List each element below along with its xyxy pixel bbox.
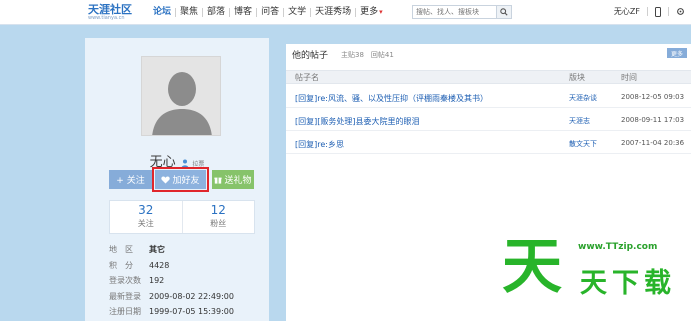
profile-panel: 无心 拉票 + 关注 加好友 送礼物 32 关注 12 粉丝 地 区 其它 积 … — [85, 38, 269, 321]
settings-icon[interactable] — [676, 7, 685, 16]
logo-text: 天涯社区 — [88, 3, 132, 16]
nav-more-label: 更多 — [360, 7, 379, 17]
search-button[interactable] — [496, 6, 511, 18]
info-key: 积 分 — [109, 260, 133, 270]
info-row-points: 积 分 4428 — [109, 258, 267, 274]
watermark-url: www.TTzip.com — [578, 242, 658, 252]
nav-item-focus[interactable]: 聚焦 — [176, 6, 202, 19]
info-value: 4428 — [149, 260, 170, 270]
posts-header: 他的帖子 主贴38 回帖41 更多 — [286, 44, 691, 64]
follow-button[interactable]: + 关注 — [109, 170, 152, 189]
following-label: 关注 — [137, 219, 154, 228]
post-board-link[interactable]: 天涯杂谈 — [569, 93, 597, 103]
info-value: 其它 — [149, 245, 165, 255]
post-title-link[interactable]: [回复]re:风流、骚、以及性压抑（评棚雨秦楼及其书） — [295, 93, 488, 104]
logo-url: www.tianya.cn — [88, 15, 125, 21]
watermark-big-char: 天 — [502, 232, 562, 302]
default-avatar-icon — [142, 57, 220, 135]
current-user-link[interactable]: 无心ZF — [614, 6, 640, 17]
table-row: [回复][贩务处理]县委大院里的眼泪 天涯志 2008-09-11 17:03 — [286, 109, 691, 131]
search-icon — [500, 8, 508, 16]
chevron-down-icon: ▾ — [379, 8, 383, 16]
info-row-login-count: 登录次数 192 — [109, 273, 267, 289]
column-header-title: 帖子名 — [295, 73, 319, 82]
profile-actions: + 关注 加好友 送礼物 — [109, 167, 257, 192]
post-title-link[interactable]: [回复]re:乡思 — [295, 139, 344, 150]
followers-count: 12 — [210, 203, 226, 217]
post-board-link[interactable]: 散文天下 — [569, 139, 597, 149]
following-stat[interactable]: 32 关注 — [110, 201, 182, 233]
divider — [668, 7, 669, 16]
column-header-board: 版块 — [569, 73, 585, 82]
add-friend-label: 加好友 — [172, 176, 200, 186]
info-row-register-date: 注册日期 1999-07-05 15:39:00 — [109, 304, 267, 320]
posts-title: 他的帖子 — [292, 51, 329, 61]
profile-info: 地 区 其它 积 分 4428 登录次数 192 最新登录 2009-08-02… — [109, 242, 267, 320]
user-icon — [181, 159, 188, 168]
info-key: 最新登录 — [109, 291, 141, 301]
followers-label: 粉丝 — [210, 219, 227, 228]
info-value: 192 — [149, 276, 165, 286]
post-time: 2008-09-11 17:03 — [621, 116, 685, 124]
nav-item-blog[interactable]: 博客 — [230, 6, 256, 19]
mobile-icon[interactable] — [655, 6, 661, 17]
send-gift-button[interactable]: 送礼物 — [212, 170, 254, 189]
info-key: 注册日期 — [109, 307, 141, 317]
nav-item-more[interactable]: 更多▾ — [356, 6, 387, 19]
heart-icon — [161, 175, 171, 184]
vote-link[interactable]: 拉票 — [192, 161, 204, 168]
info-value: 2009-08-02 22:49:00 — [149, 291, 234, 301]
watermark-sub: 天下载 — [580, 268, 676, 299]
top-bar: 天涯社区 www.tianya.cn 论坛 聚焦 部落 博客 问答 文学 天涯秀… — [0, 0, 691, 25]
post-time: 2008-12-05 09:03 — [621, 93, 685, 101]
nav-item-literature[interactable]: 文学 — [284, 6, 310, 19]
avatar[interactable] — [141, 56, 221, 136]
search-input[interactable] — [413, 6, 493, 18]
more-button[interactable]: 更多 — [667, 48, 687, 58]
post-board-link[interactable]: 天涯志 — [569, 116, 590, 126]
followers-stat[interactable]: 12 粉丝 — [181, 201, 255, 233]
send-gift-label: 送礼物 — [224, 176, 252, 186]
gift-icon — [214, 177, 223, 184]
column-header-time: 时间 — [621, 73, 637, 82]
nav-item-tribe[interactable]: 部落 — [203, 6, 229, 19]
info-row-region: 地 区 其它 — [109, 242, 267, 258]
nav-item-qa[interactable]: 问答 — [257, 6, 283, 19]
info-key: 地 区 — [109, 245, 133, 255]
post-time: 2007-11-04 20:36 — [621, 139, 685, 147]
username-row: 无心 拉票 — [85, 151, 269, 170]
profile-name: 无心 — [149, 155, 176, 170]
divider — [647, 7, 648, 16]
info-value: 1999-07-05 15:39:00 — [149, 307, 234, 317]
profile-stats: 32 关注 12 粉丝 — [109, 200, 255, 234]
nav-item-forum[interactable]: 论坛 — [149, 6, 175, 19]
main-nav: 论坛 聚焦 部落 博客 问答 文学 天涯秀场 更多▾ — [149, 6, 387, 19]
search-box — [412, 5, 512, 19]
posts-counts: 主贴38 回帖41 — [341, 51, 394, 59]
post-title-link[interactable]: [回复][贩务处理]县委大院里的眼泪 — [295, 116, 419, 127]
following-count: 32 — [138, 203, 154, 217]
info-row-last-login: 最新登录 2009-08-02 22:49:00 — [109, 289, 267, 305]
table-row: [回复]re:风流、骚、以及性压抑（评棚雨秦楼及其书） 天涯杂谈 2008-12… — [286, 86, 691, 108]
add-friend-button[interactable]: 加好友 — [152, 167, 209, 192]
info-key: 登录次数 — [109, 276, 141, 286]
user-menu: 无心ZF — [614, 6, 685, 17]
table-row: [回复]re:乡思 散文天下 2007-11-04 20:36 — [286, 132, 691, 154]
site-logo[interactable]: 天涯社区 www.tianya.cn — [88, 4, 144, 23]
posts-table-header: 帖子名 版块 时间 — [286, 70, 691, 84]
watermark: 天 www.TTzip.com 天下载 — [498, 232, 691, 321]
nav-item-show[interactable]: 天涯秀场 — [311, 6, 355, 19]
